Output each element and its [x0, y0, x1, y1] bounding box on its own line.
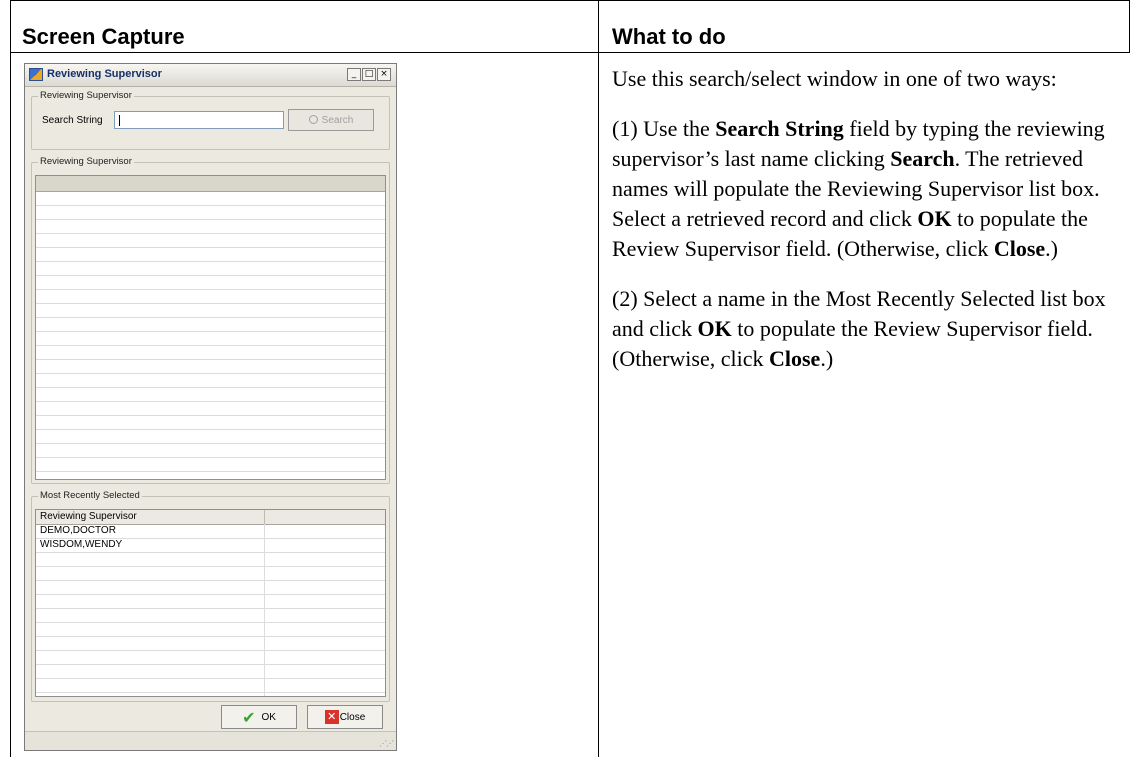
- search-string-label: Search String: [42, 115, 103, 126]
- empty-list-row: [36, 332, 385, 346]
- recent-column-label: Reviewing Supervisor: [40, 511, 137, 522]
- ok-button[interactable]: ✔ OK: [221, 705, 297, 729]
- recent-group-label: Most Recently Selected: [38, 490, 142, 501]
- column-separator[interactable]: [264, 510, 265, 524]
- empty-list-row: [36, 595, 385, 609]
- table-top-border: [10, 0, 1130, 1]
- empty-list-row: [36, 679, 385, 693]
- empty-list-row: [36, 402, 385, 416]
- table-left-border: [10, 0, 11, 757]
- x-icon: ✕: [324, 710, 339, 724]
- empty-list-row: [36, 609, 385, 623]
- empty-list-row: [36, 276, 385, 290]
- search-button-label: Search: [321, 114, 354, 126]
- magnifier-icon: [308, 114, 318, 124]
- instructions-option-2: (2) Select a name in the Most Recently S…: [612, 286, 1106, 371]
- empty-list-row: [36, 248, 385, 262]
- close-button-label: Close: [339, 711, 366, 723]
- results-group-label: Reviewing Supervisor: [38, 156, 134, 167]
- recent-item-2: WISDOM,WENDY: [40, 539, 123, 550]
- reviewing-supervisor-listbox[interactable]: [35, 175, 386, 480]
- empty-list-row: [36, 553, 385, 567]
- empty-list-row: [36, 567, 385, 581]
- most-recently-selected-listbox[interactable]: Reviewing Supervisor DEMO,DOCTOR WISDOM,…: [35, 509, 386, 697]
- close-window-button[interactable]: ×: [377, 68, 391, 81]
- text-caret: [119, 115, 120, 126]
- instructions-text: Use this search/select window in one of …: [612, 64, 1112, 394]
- empty-list-row: [36, 458, 385, 472]
- column-header-what-to-do: What to do: [612, 24, 726, 49]
- empty-list-row: [36, 637, 385, 651]
- instructions-option-1: (1) Use the Search String field by typin…: [612, 116, 1105, 261]
- window-controls: _ □ ×: [346, 68, 391, 81]
- empty-list-row: [36, 206, 385, 220]
- dialog-title: Reviewing Supervisor: [47, 68, 162, 80]
- empty-list-row: [36, 346, 385, 360]
- empty-list-row: [36, 416, 385, 430]
- listbox-header: [36, 176, 385, 192]
- empty-list-row: [36, 430, 385, 444]
- table-right-border: [1129, 0, 1130, 52]
- maximize-button[interactable]: □: [362, 68, 376, 81]
- list-item[interactable]: DEMO,DOCTOR: [36, 525, 385, 539]
- dialog-title-bar[interactable]: Reviewing Supervisor _ □ ×: [25, 64, 396, 87]
- empty-list-row: [36, 220, 385, 234]
- search-button[interactable]: Search: [288, 109, 374, 131]
- empty-list-row: [36, 444, 385, 458]
- results-group: Reviewing Supervisor: [31, 156, 390, 484]
- recent-column-header[interactable]: Reviewing Supervisor: [36, 510, 385, 525]
- empty-list-row: [36, 290, 385, 304]
- minimize-button[interactable]: _: [347, 68, 361, 81]
- column-header-screen-capture: Screen Capture: [22, 24, 185, 49]
- reviewing-supervisor-dialog: Reviewing Supervisor _ □ × Reviewing Sup…: [24, 63, 397, 751]
- resize-grip-icon[interactable]: ⋰⋰: [379, 739, 394, 748]
- recent-item-1: DEMO,DOCTOR: [40, 525, 116, 536]
- empty-list-row: [36, 262, 385, 276]
- header-bottom-border: [10, 52, 1130, 53]
- instructions-intro: Use this search/select window in one of …: [612, 66, 1057, 91]
- empty-list-row: [36, 360, 385, 374]
- status-bar: ⋰⋰: [25, 731, 396, 750]
- empty-list-row: [36, 388, 385, 402]
- empty-list-row: [36, 318, 385, 332]
- close-button[interactable]: ✕ Close: [307, 705, 383, 729]
- empty-list-row: [36, 192, 385, 206]
- empty-list-row: [36, 651, 385, 665]
- check-icon: ✔: [242, 707, 256, 727]
- empty-list-row: [36, 623, 385, 637]
- app-icon: [29, 68, 43, 81]
- search-group-label: Reviewing Supervisor: [38, 90, 134, 101]
- empty-list-row: [36, 374, 385, 388]
- empty-list-row: [36, 665, 385, 679]
- search-string-input[interactable]: [114, 111, 284, 129]
- recent-group: Most Recently Selected Reviewing Supervi…: [31, 490, 390, 702]
- column-divider: [598, 0, 599, 757]
- ok-button-label: OK: [261, 711, 276, 723]
- empty-list-row: [36, 304, 385, 318]
- list-item[interactable]: WISDOM,WENDY: [36, 539, 385, 553]
- empty-list-row: [36, 472, 385, 479]
- empty-list-row: [36, 581, 385, 595]
- empty-list-row: [36, 234, 385, 248]
- search-group: Reviewing Supervisor Search String Searc…: [31, 90, 390, 150]
